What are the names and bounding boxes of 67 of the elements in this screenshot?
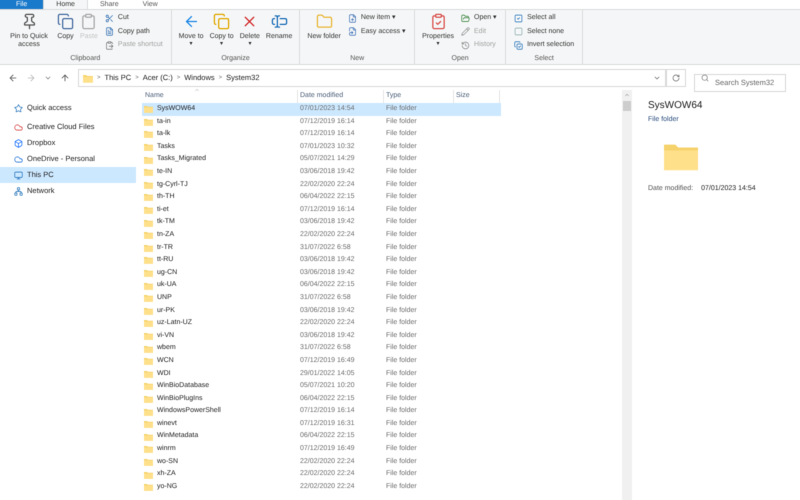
folder-icon	[144, 143, 153, 152]
folder-icon	[144, 458, 153, 466]
clipboard-icon	[104, 40, 114, 50]
folder-icon	[144, 432, 153, 441]
folder-icon	[144, 180, 153, 189]
folder-icon	[144, 408, 153, 416]
star-icon	[14, 104, 23, 112]
up-icon[interactable]	[60, 73, 70, 83]
folder-icon	[144, 344, 153, 353]
folder-icon	[144, 282, 153, 290]
folder-icon	[144, 130, 153, 138]
folder-icon	[144, 357, 153, 366]
document-icon	[104, 27, 114, 36]
copy-icon	[213, 13, 230, 30]
details-title: SysWOW64	[648, 99, 704, 113]
search-icon	[701, 74, 709, 82]
folder-icon	[144, 206, 153, 214]
dropdown-icon[interactable]	[653, 74, 661, 82]
sort-icon	[194, 87, 200, 93]
scissors-icon	[104, 14, 114, 23]
checkbox-icon	[514, 14, 524, 23]
folder-icon	[144, 156, 153, 164]
folder-icon	[144, 294, 153, 302]
new-file-icon	[348, 14, 357, 23]
folder-icon	[144, 118, 153, 126]
scroll-up-icon[interactable]	[624, 92, 630, 98]
box-icon	[14, 138, 23, 148]
refresh-icon	[672, 74, 680, 82]
folder-icon	[144, 483, 153, 492]
text-cursor-icon	[270, 13, 288, 30]
cloud-icon	[14, 154, 23, 164]
folder-icon	[144, 445, 153, 454]
folder-icon	[144, 105, 153, 114]
folder-icon	[144, 269, 153, 278]
scroll-thumb[interactable]	[623, 101, 631, 111]
folder-icon	[144, 168, 153, 176]
folder-icon	[144, 306, 153, 315]
folder-icon	[144, 394, 153, 403]
checklist-icon	[430, 13, 447, 30]
clipboard-icon	[80, 13, 98, 30]
cloud-icon	[14, 122, 23, 132]
folder-icon	[144, 420, 153, 428]
folder-icon	[316, 13, 333, 30]
folder-icon	[144, 231, 153, 240]
back-icon[interactable]	[8, 73, 18, 83]
caret-icon[interactable]	[44, 74, 52, 82]
folder-icon	[144, 370, 153, 378]
history-icon	[461, 40, 470, 50]
monitor-icon	[14, 170, 23, 180]
scrollbar[interactable]	[622, 90, 632, 500]
copy-check-icon	[514, 40, 524, 50]
folder-icon	[144, 382, 153, 390]
folder-icon	[144, 193, 153, 202]
pencil-icon	[461, 27, 470, 36]
folder-icon	[144, 319, 153, 328]
folder-icon	[144, 244, 153, 252]
folder-open-icon	[461, 14, 470, 23]
folder-icon	[144, 470, 153, 479]
copy-icon	[57, 13, 74, 30]
square-icon	[514, 27, 524, 36]
network-icon	[14, 186, 23, 196]
folder-icon	[144, 218, 153, 227]
folder-icon	[144, 332, 153, 340]
folder-icon	[83, 74, 93, 82]
file-shortcut-icon	[348, 27, 357, 36]
folder-icon	[144, 256, 153, 264]
refresh-button[interactable]	[666, 69, 686, 87]
